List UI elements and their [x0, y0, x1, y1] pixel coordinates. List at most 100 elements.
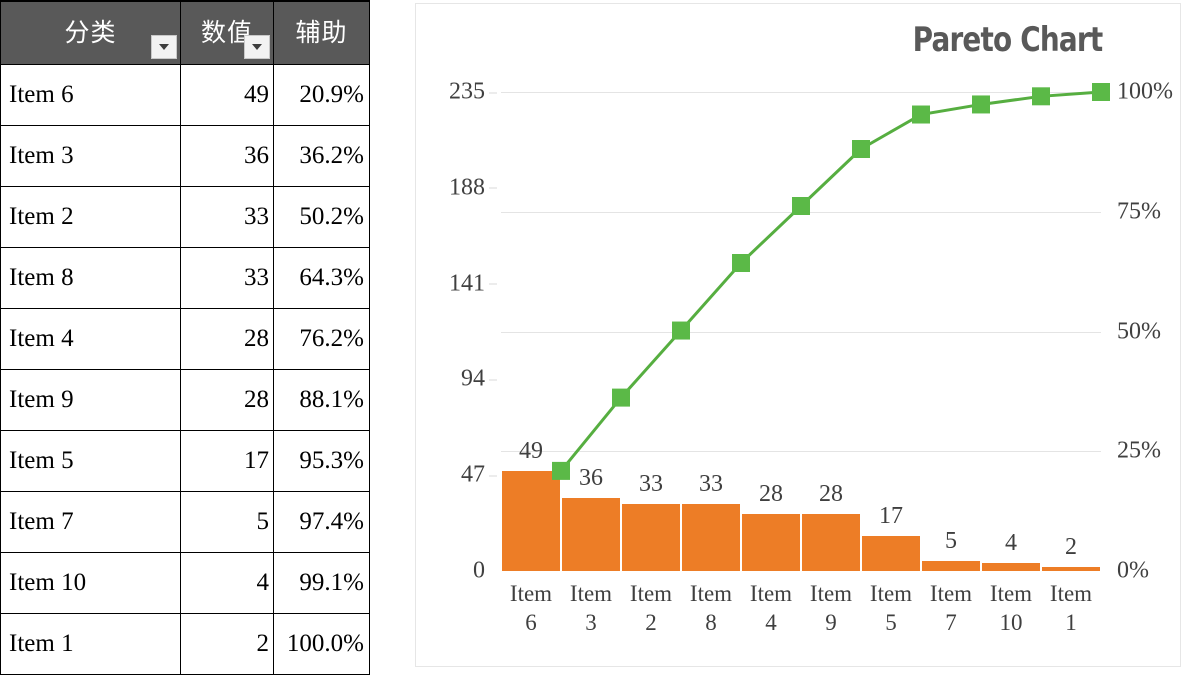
- y-axis-left-tick: 235: [449, 79, 497, 106]
- table-cell-aux[interactable]: 88.1%: [273, 369, 370, 431]
- column-header-category[interactable]: 分类: [0, 0, 181, 65]
- y-axis-right-tick: 50%: [1117, 318, 1161, 344]
- line-marker[interactable]: [972, 95, 990, 114]
- x-axis-label-index: 4: [765, 609, 777, 635]
- table-cell-category[interactable]: Item 3: [0, 125, 181, 187]
- column-header-value[interactable]: 数值: [180, 0, 274, 65]
- pareto-data-table: 分类 数值 辅助 Item 6 49 20.9% Item 3 36 36.2%…: [0, 0, 370, 675]
- bar[interactable]: [621, 503, 681, 571]
- gridline: [501, 211, 1101, 213]
- table-cell-aux[interactable]: 95.3%: [273, 430, 370, 492]
- y-axis-right-tick: 25%: [1117, 437, 1161, 464]
- x-axis-label-index: 9: [825, 609, 837, 635]
- tick-mark: [489, 187, 497, 189]
- line-marker[interactable]: [612, 388, 630, 407]
- table-cell-value[interactable]: 33: [180, 247, 274, 309]
- table-cell-category[interactable]: Item 5: [0, 430, 181, 492]
- table-row[interactable]: Item 4 28 76.2%: [0, 308, 370, 370]
- table-row[interactable]: Item 2 33 50.2%: [0, 186, 370, 248]
- y-axis-right-tick: 75%: [1117, 198, 1161, 225]
- bar-value-label: 36: [579, 464, 603, 491]
- x-axis-label: Item 6: [501, 580, 561, 637]
- table-cell-category[interactable]: Item 1: [0, 613, 181, 675]
- chevron-down-icon: [252, 44, 262, 50]
- chart-title: Pareto Chart: [912, 20, 1103, 60]
- table-cell-value[interactable]: 33: [180, 186, 274, 248]
- y-axis-left-tick: 47: [461, 462, 497, 489]
- x-axis-label-name: Item: [569, 581, 613, 606]
- x-axis-label-index: 1: [1065, 609, 1077, 635]
- table-cell-value[interactable]: 4: [180, 552, 274, 614]
- bar[interactable]: [981, 562, 1041, 571]
- x-axis-label-name: Item: [509, 581, 553, 606]
- column-header-category-label: 分类: [64, 19, 117, 47]
- line-marker[interactable]: [732, 254, 750, 273]
- table-row[interactable]: Item 10 4 99.1%: [0, 552, 370, 614]
- column-header-aux[interactable]: 辅助: [273, 0, 370, 65]
- x-axis-label-name: Item: [989, 581, 1033, 606]
- table-row[interactable]: Item 1 2 100.0%: [0, 613, 370, 675]
- table-row[interactable]: Item 3 36 36.2%: [0, 125, 370, 187]
- table-cell-aux[interactable]: 99.1%: [273, 552, 370, 614]
- table-cell-value[interactable]: 28: [180, 369, 274, 431]
- table-cell-value[interactable]: 5: [180, 491, 274, 553]
- table-cell-category[interactable]: Item 2: [0, 186, 181, 248]
- bar-value-label: 17: [879, 503, 903, 530]
- table-row[interactable]: Item 5 17 95.3%: [0, 430, 370, 492]
- table-header-row: 分类 数值 辅助: [0, 0, 370, 65]
- filter-dropdown-value[interactable]: [244, 35, 270, 59]
- bar[interactable]: [501, 471, 561, 571]
- table-cell-value[interactable]: 49: [180, 64, 274, 126]
- table-cell-category[interactable]: Item 9: [0, 369, 181, 431]
- table-cell-aux[interactable]: 100.0%: [273, 613, 370, 675]
- table-cell-aux[interactable]: 64.3%: [273, 247, 370, 309]
- chart-plot-area: 0 47 94 141 188 235 0% 25% 50% 75% 100% 49 36 33 33 2…: [449, 79, 1173, 635]
- table-cell-category[interactable]: Item 4: [0, 308, 181, 370]
- bar[interactable]: [801, 513, 861, 571]
- gridline: [501, 92, 1101, 93]
- line-marker[interactable]: [1032, 87, 1050, 106]
- table-row[interactable]: Item 8 33 64.3%: [0, 247, 370, 309]
- bar-value-label: 2: [1065, 533, 1077, 560]
- table-body: Item 6 49 20.9% Item 3 36 36.2% Item 2 33 50.2% I…: [0, 64, 370, 675]
- x-axis-label-name: Item: [809, 581, 853, 606]
- line-marker[interactable]: [912, 105, 930, 124]
- filter-dropdown-category[interactable]: [151, 35, 177, 59]
- bar[interactable]: [561, 497, 621, 571]
- table-cell-aux[interactable]: 97.4%: [273, 491, 370, 553]
- y-axis-left-tick: 0: [473, 557, 485, 584]
- x-axis-label-name: Item: [749, 581, 793, 606]
- table-cell-category[interactable]: Item 6: [0, 64, 181, 126]
- table-cell-value[interactable]: 36: [180, 125, 274, 187]
- table-cell-aux[interactable]: 20.9%: [273, 64, 370, 126]
- table-cell-category[interactable]: Item 10: [0, 552, 181, 614]
- table-row[interactable]: Item 7 5 97.4%: [0, 491, 370, 553]
- table-cell-category[interactable]: Item 8: [0, 247, 181, 309]
- bar[interactable]: [681, 503, 741, 571]
- bar[interactable]: [741, 513, 801, 571]
- table-cell-aux[interactable]: 36.2%: [273, 125, 370, 187]
- bar[interactable]: [1041, 566, 1101, 571]
- table-cell-aux[interactable]: 76.2%: [273, 308, 370, 370]
- bar[interactable]: [861, 536, 921, 571]
- x-axis-label-name: Item: [629, 581, 673, 606]
- table-cell-value[interactable]: 2: [180, 613, 274, 675]
- bar[interactable]: [921, 560, 981, 571]
- cumulative-line: [559, 90, 1102, 472]
- table-row[interactable]: Item 6 49 20.9%: [0, 64, 370, 126]
- y-axis-left-tick: 141: [449, 270, 497, 297]
- x-axis-label-name: Item: [869, 581, 913, 606]
- table-row[interactable]: Item 9 28 88.1%: [0, 369, 370, 431]
- y-axis-right-tick: 100%: [1117, 78, 1173, 105]
- table-cell-category[interactable]: Item 7: [0, 491, 181, 553]
- table-cell-value[interactable]: 17: [180, 430, 274, 492]
- line-marker[interactable]: [852, 140, 870, 159]
- x-axis-label-index: 6: [525, 609, 537, 635]
- gridline: [501, 451, 1101, 453]
- chevron-down-icon: [159, 44, 169, 50]
- x-axis-label-name: Item: [1049, 581, 1093, 606]
- tick-mark: [489, 475, 497, 477]
- table-cell-value[interactable]: 28: [180, 308, 274, 370]
- bar-value-label: 4: [1005, 529, 1017, 556]
- table-cell-aux[interactable]: 50.2%: [273, 186, 370, 248]
